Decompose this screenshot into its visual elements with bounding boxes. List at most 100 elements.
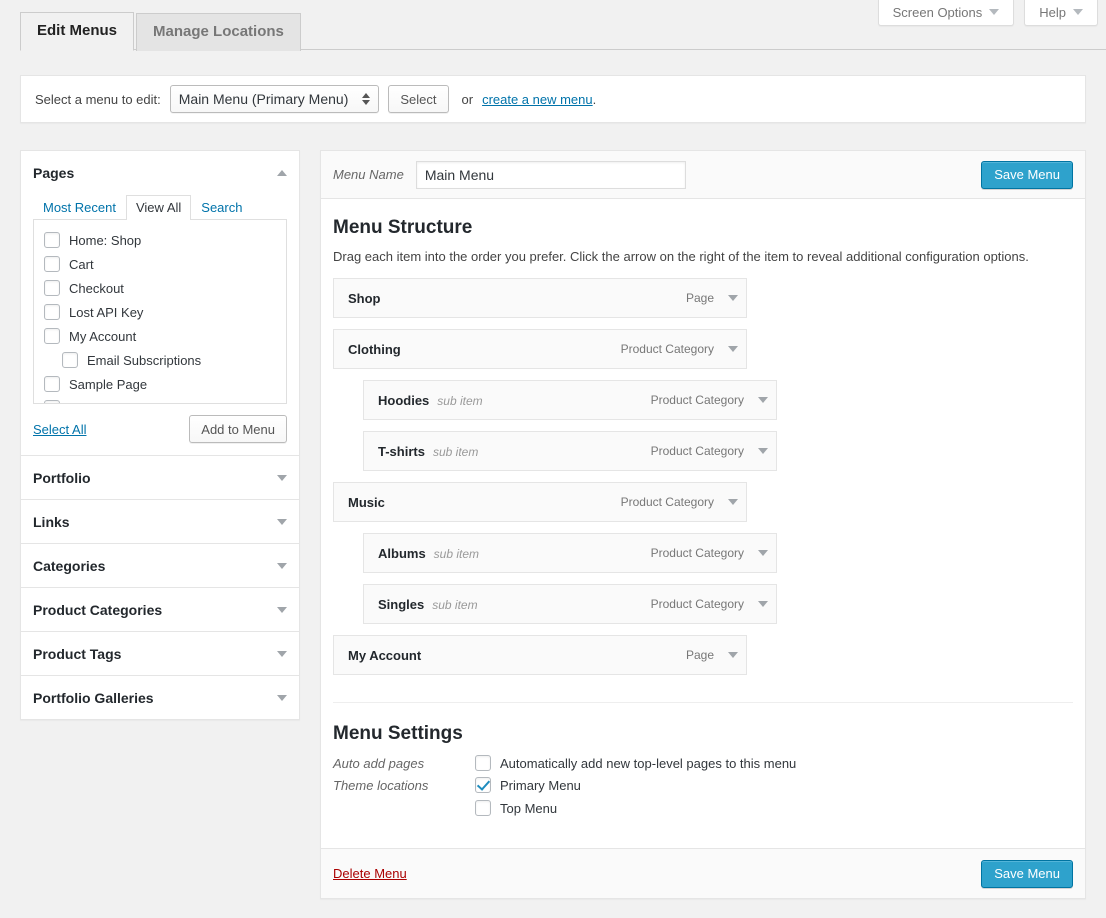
menu-item-type: Page xyxy=(685,291,714,305)
list-item[interactable]: Cart xyxy=(34,252,286,276)
page-checkbox[interactable] xyxy=(44,304,60,320)
menu-footer: Delete Menu Save Menu xyxy=(321,848,1085,898)
menu-item-row[interactable]: Shop Page xyxy=(333,278,747,318)
chevron-down-icon[interactable] xyxy=(277,650,287,657)
links-panel: Links xyxy=(20,500,300,544)
menu-item-titlebar: Albums sub item xyxy=(378,546,479,561)
tab-manage-locations[interactable]: Manage Locations xyxy=(136,13,301,51)
add-to-menu-button[interactable]: Add to Menu xyxy=(189,415,287,443)
tab-edit-menus[interactable]: Edit Menus xyxy=(20,12,135,51)
auto-add-checkbox-row[interactable]: Automatically add new top-level pages to… xyxy=(475,755,796,771)
page-checkbox[interactable] xyxy=(44,256,60,272)
categories-panel-header[interactable]: Categories xyxy=(21,544,299,587)
menu-item-row[interactable]: Music Product Category xyxy=(333,482,747,522)
menu-item-row[interactable]: Clothing Product Category xyxy=(333,329,747,369)
page-checkbox[interactable] xyxy=(62,352,78,368)
menu-selector-bar: Select a menu to edit: Main Menu (Primar… xyxy=(20,75,1086,123)
chevron-down-icon[interactable] xyxy=(728,652,738,658)
list-item[interactable]: Sample Page xyxy=(34,372,286,396)
menu-item-row[interactable]: Singles sub item Product Category xyxy=(363,584,777,624)
menu-item-title: Shop xyxy=(348,290,381,306)
pages-tab-search[interactable]: Search xyxy=(191,195,252,220)
pages-tab-most-recent[interactable]: Most Recent xyxy=(33,195,126,220)
menu-item-row[interactable]: Albums sub item Product Category xyxy=(363,533,777,573)
theme-locations-row: Theme locations Primary Menu Top Menu xyxy=(333,777,1073,816)
pages-panel-body: Most Recent View All Search Home: Shop C… xyxy=(21,194,299,455)
list-item[interactable]: Checkout xyxy=(34,276,286,300)
create-new-menu-wrap: create a new menu. xyxy=(482,92,596,107)
pages-checkbox-list[interactable]: Home: Shop Cart Checkout Lost API Key My… xyxy=(33,220,287,404)
chevron-down-icon[interactable] xyxy=(728,499,738,505)
categories-panel: Categories xyxy=(20,544,300,588)
chevron-down-icon[interactable] xyxy=(277,562,287,569)
theme-locations-fields: Primary Menu Top Menu xyxy=(475,777,581,816)
portfolio-panel: Portfolio xyxy=(20,456,300,500)
chevron-down-icon[interactable] xyxy=(277,474,287,481)
chevron-down-icon[interactable] xyxy=(277,694,287,701)
page-checkbox[interactable] xyxy=(44,232,60,248)
save-menu-button-top[interactable]: Save Menu xyxy=(981,160,1073,189)
portfolio-panel-header[interactable]: Portfolio xyxy=(21,456,299,499)
list-item[interactable]: Shop xyxy=(34,396,286,403)
select-all-link[interactable]: Select All xyxy=(33,422,86,437)
save-menu-button-bottom[interactable]: Save Menu xyxy=(981,859,1073,888)
top-menu-checkbox[interactable] xyxy=(475,800,491,816)
list-item[interactable]: Home: Shop xyxy=(34,228,286,252)
links-panel-header[interactable]: Links xyxy=(21,500,299,543)
auto-add-fields: Automatically add new top-level pages to… xyxy=(475,755,796,771)
menu-item-title: Music xyxy=(348,494,385,510)
chevron-down-icon[interactable] xyxy=(758,601,768,607)
menu-items-list: Shop Page Clothing Product Category Hood… xyxy=(333,278,1073,698)
list-item-label: Home: Shop xyxy=(69,232,142,248)
pages-panel-header[interactable]: Pages xyxy=(21,151,299,194)
menu-item-title: Clothing xyxy=(348,341,401,357)
menu-item-sublabel: sub item xyxy=(437,393,483,408)
menu-item-sublabel: sub item xyxy=(432,597,478,612)
list-item[interactable]: Email Subscriptions xyxy=(34,348,286,372)
chevron-down-icon[interactable] xyxy=(277,606,287,613)
page-checkbox[interactable] xyxy=(44,280,60,296)
pages-inner-tabs: Most Recent View All Search xyxy=(33,194,287,220)
menu-item-titlebar: Music xyxy=(348,495,393,510)
product-categories-panel-header[interactable]: Product Categories xyxy=(21,588,299,631)
menu-item-title: Singles xyxy=(378,596,425,612)
menu-select-dropdown[interactable]: Main Menu (Primary Menu) xyxy=(169,85,380,113)
theme-location-primary-menu-row[interactable]: Primary Menu xyxy=(475,777,581,793)
menu-item-titlebar: Clothing xyxy=(348,342,409,357)
select-button[interactable]: Select xyxy=(388,85,449,113)
portfolio-galleries-panel-title: Portfolio Galleries xyxy=(33,689,154,706)
chevron-down-icon[interactable] xyxy=(728,346,738,352)
menu-item-type: Page xyxy=(685,648,714,662)
theme-location-top-menu-row[interactable]: Top Menu xyxy=(475,800,581,816)
sidebar-accordion: Pages Most Recent View All Search Home: … xyxy=(20,150,300,720)
list-item-label: Email Subscriptions xyxy=(87,352,202,368)
chevron-down-icon[interactable] xyxy=(758,448,768,454)
chevron-down-icon[interactable] xyxy=(277,518,287,525)
chevron-up-icon[interactable] xyxy=(277,169,287,176)
chevron-down-icon[interactable] xyxy=(758,550,768,556)
list-item[interactable]: My Account xyxy=(34,324,286,348)
menu-name-input[interactable] xyxy=(415,160,686,189)
menu-item-row[interactable]: My Account Page xyxy=(333,635,747,675)
menu-item-row[interactable]: T-shirts sub item Product Category xyxy=(363,431,777,471)
chevron-down-icon[interactable] xyxy=(758,397,768,403)
menu-item-titlebar: Shop xyxy=(348,291,389,306)
delete-menu-link[interactable]: Delete Menu xyxy=(333,866,407,881)
auto-add-checkbox[interactable] xyxy=(475,755,491,771)
menu-settings-section: Menu Settings Auto add pages Automatical… xyxy=(333,703,1073,848)
pages-tab-view-all[interactable]: View All xyxy=(125,195,192,220)
list-item-label: Sample Page xyxy=(69,376,148,392)
portfolio-galleries-panel-header[interactable]: Portfolio Galleries xyxy=(21,676,299,719)
page-checkbox[interactable] xyxy=(44,328,60,344)
product-tags-panel-header[interactable]: Product Tags xyxy=(21,632,299,675)
categories-panel-title: Categories xyxy=(33,557,106,574)
menu-item-row[interactable]: Hoodies sub item Product Category xyxy=(363,380,777,420)
links-panel-title: Links xyxy=(33,513,70,530)
menu-item-type: Product Category xyxy=(650,597,744,611)
chevron-down-icon[interactable] xyxy=(728,295,738,301)
list-item[interactable]: Lost API Key xyxy=(34,300,286,324)
primary-menu-checkbox[interactable] xyxy=(475,777,491,793)
create-new-menu-link[interactable]: create a new menu xyxy=(482,92,593,107)
page-checkbox[interactable] xyxy=(44,376,60,392)
menu-item-titlebar: Hoodies sub item xyxy=(378,393,483,408)
